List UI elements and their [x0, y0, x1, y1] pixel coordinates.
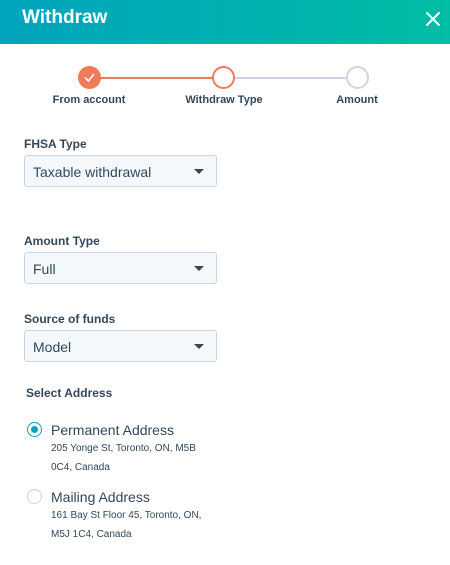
permanent-address-text: 205 Yonge St, Toronto, ON, M5B 0C4, Cana… — [51, 439, 211, 477]
fhsa-type-select[interactable]: Taxable withdrawal — [24, 155, 217, 187]
permanent-address-radio[interactable] — [27, 422, 42, 437]
mailing-address-text: 161 Bay St Floor 45, Toronto, ON, M5J 1C… — [51, 506, 211, 544]
permanent-address-line1: 205 Yonge St, Toronto, ON, M5B — [51, 443, 196, 454]
source-of-funds-select[interactable]: Model — [24, 330, 217, 362]
select-address-label: Select Address — [26, 386, 113, 400]
step-withdraw-type-indicator — [212, 66, 235, 89]
fhsa-type-label: FHSA Type — [24, 137, 87, 151]
step-from-account-indicator — [78, 66, 101, 89]
step-amount-indicator — [346, 66, 369, 89]
step-connector-pending — [235, 77, 346, 79]
permanent-address-title: Permanent Address — [51, 422, 174, 438]
progress-stepper: From account Withdraw Type Amount — [0, 58, 450, 114]
mailing-address-line2: M5J 1C4, Canada — [51, 529, 132, 540]
step-connector-completed — [100, 77, 213, 79]
amount-type-select[interactable]: Full — [24, 252, 217, 284]
amount-type-label: Amount Type — [24, 234, 100, 248]
chevron-down-icon — [194, 344, 204, 349]
close-button[interactable] — [422, 8, 444, 30]
modal-title: Withdraw — [22, 7, 108, 28]
mailing-address-title: Mailing Address — [51, 489, 150, 505]
mailing-address-radio[interactable] — [27, 489, 42, 504]
amount-type-value: Full — [33, 261, 56, 277]
chevron-down-icon — [194, 266, 204, 271]
source-of-funds-value: Model — [33, 339, 72, 355]
chevron-down-icon — [194, 169, 204, 174]
modal-header: Withdraw — [0, 0, 450, 44]
step-label-from-account: From account — [52, 94, 126, 106]
step-label-withdraw-type: Withdraw Type — [185, 94, 263, 106]
permanent-address-line2: 0C4, Canada — [51, 462, 110, 473]
mailing-address-line1: 161 Bay St Floor 45, Toronto, ON, — [51, 510, 202, 521]
source-of-funds-label: Source of funds — [24, 312, 116, 326]
fhsa-type-value: Taxable withdrawal — [33, 164, 152, 180]
checkmark-icon — [84, 73, 95, 82]
close-icon — [426, 12, 440, 26]
step-label-amount: Amount — [336, 94, 378, 106]
